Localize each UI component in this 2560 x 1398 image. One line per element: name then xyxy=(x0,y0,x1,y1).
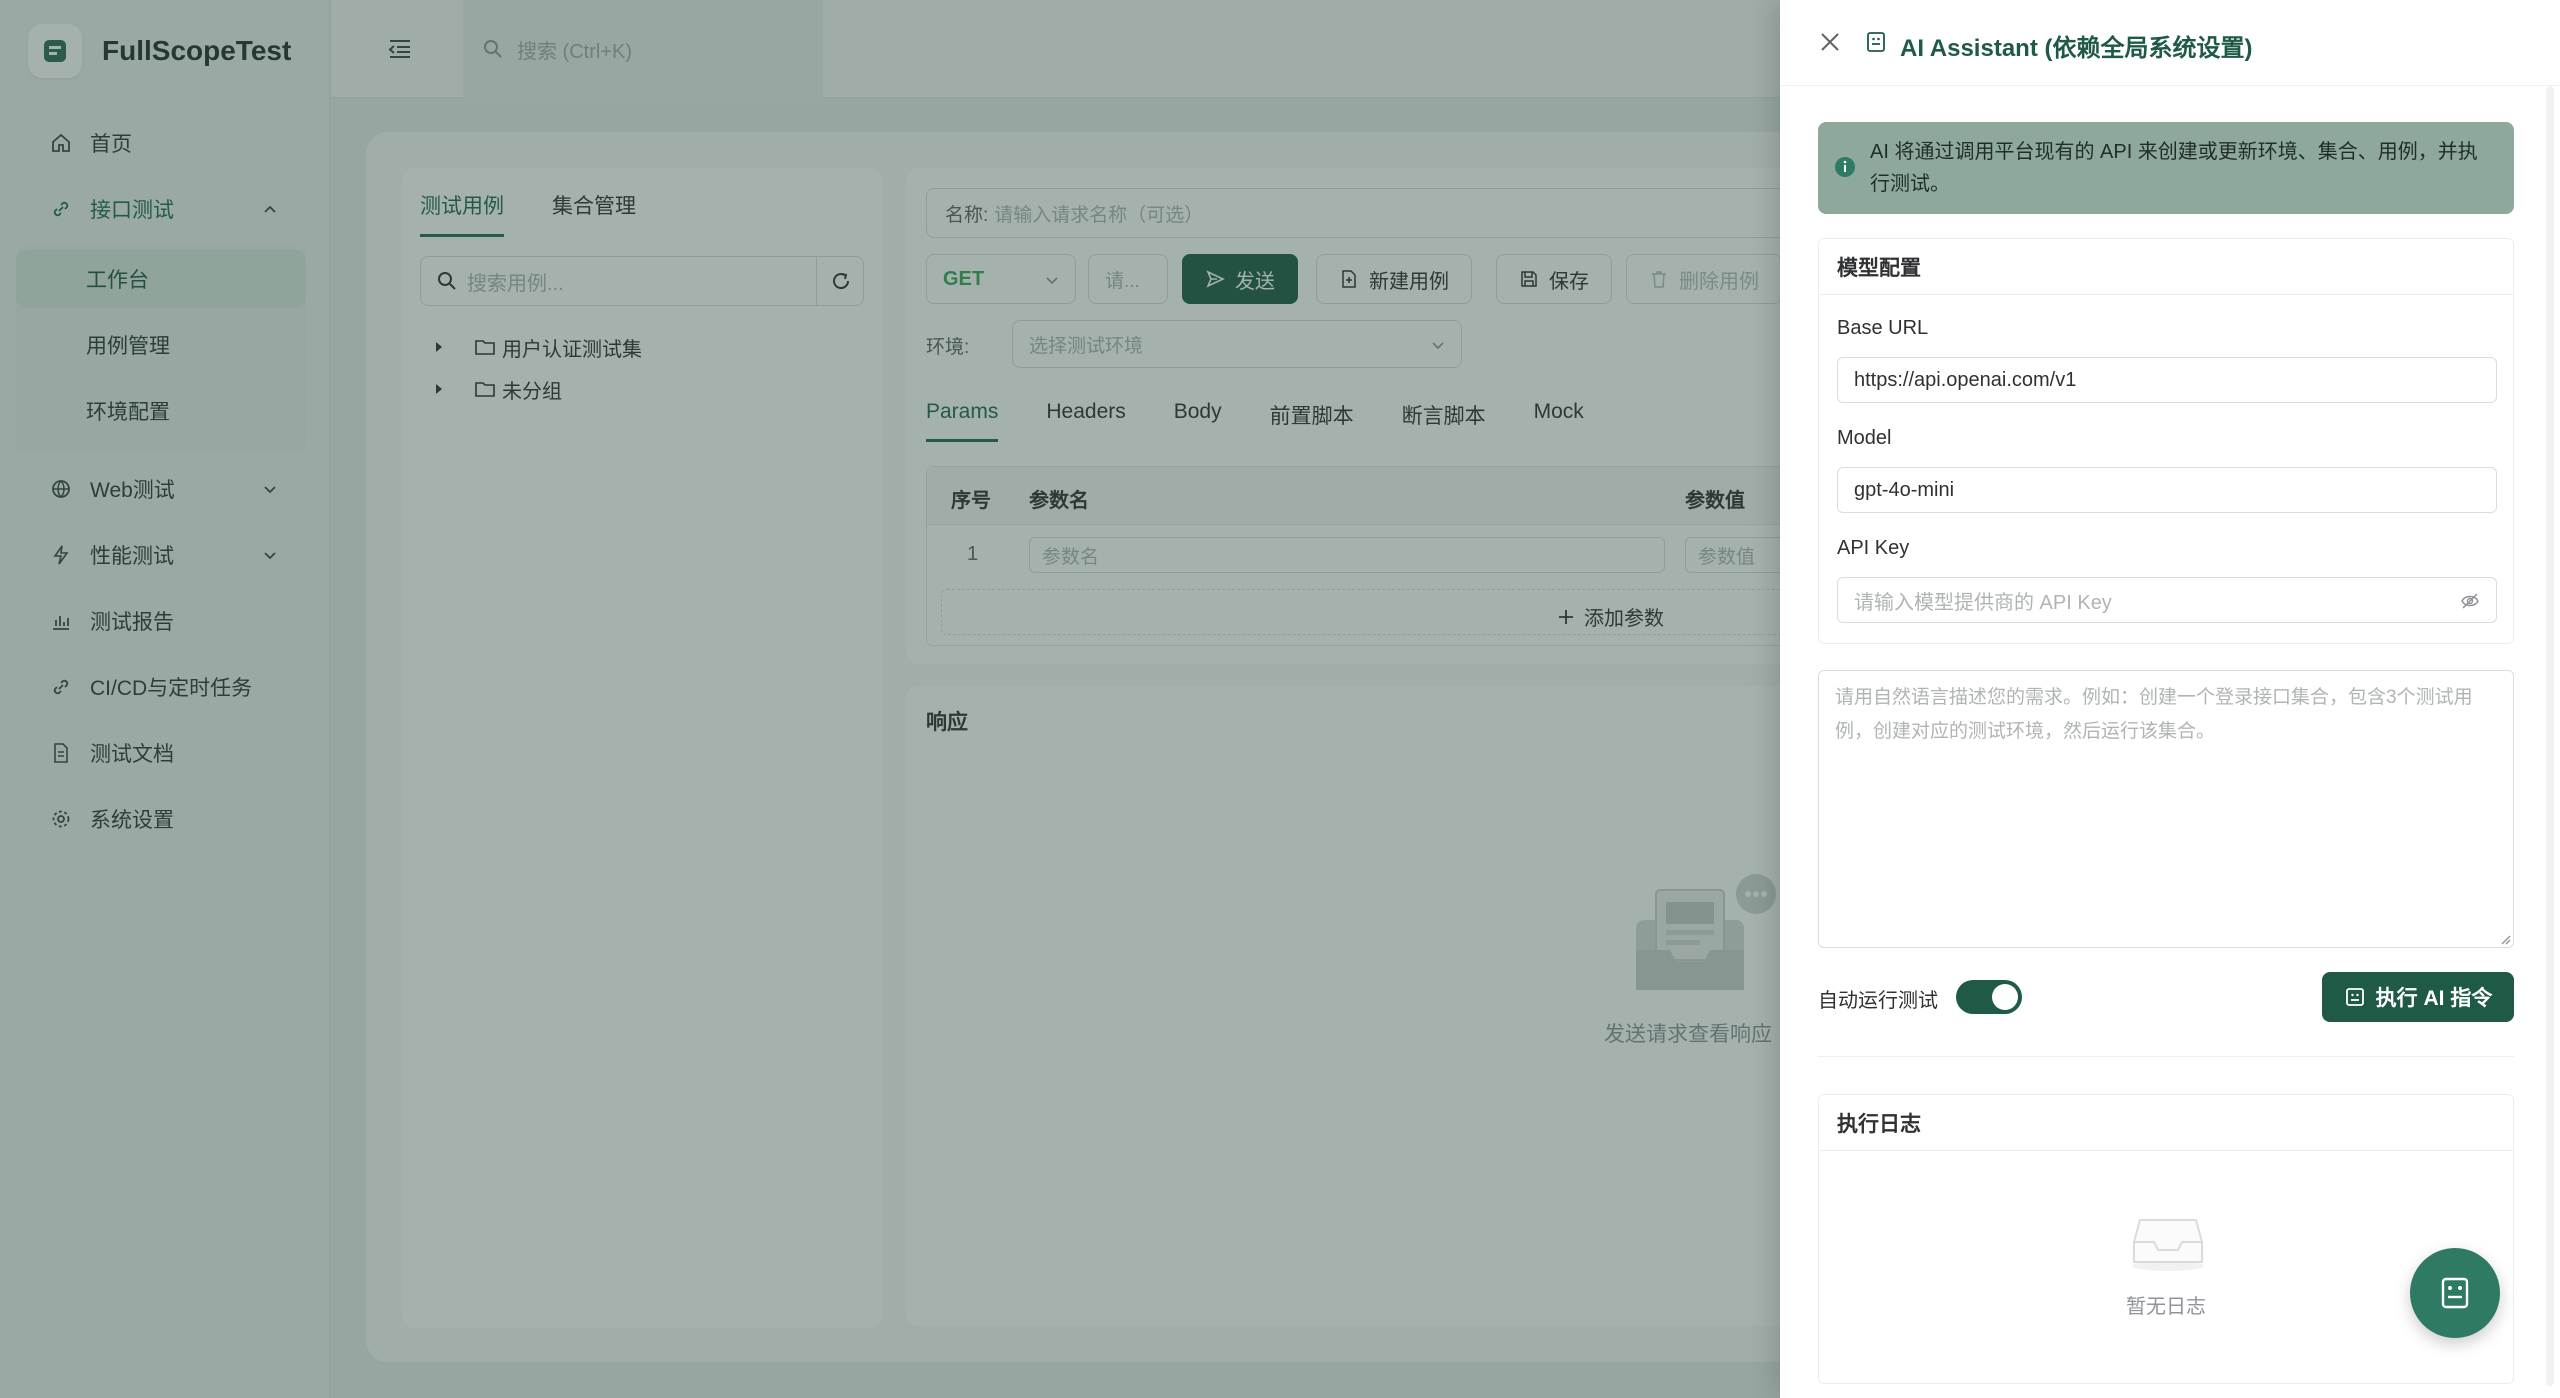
ai-assistant-fab[interactable] xyxy=(2410,1248,2500,1338)
base-url-value: https://api.openai.com/v1 xyxy=(1854,368,2077,391)
model-value: gpt-4o-mini xyxy=(1854,478,1955,501)
prompt-placeholder: 请用自然语言描述您的需求。例如：创建一个登录接口集合，包含3个测试用例，创建对应… xyxy=(1835,687,2473,742)
api-key-placeholder: 请输入模型提供商的 API Key xyxy=(1854,591,2112,614)
robot-icon xyxy=(2441,1277,2469,1309)
robot-icon xyxy=(1867,32,1885,52)
prompt-textarea[interactable]: 请用自然语言描述您的需求。例如：创建一个登录接口集合，包含3个测试用例，创建对应… xyxy=(1818,670,2514,948)
drawer-divider xyxy=(1818,1056,2514,1057)
info-text: AI 将通过调用平台现有的 API 来创建或更新环境、集合、用例，并执行测试。 xyxy=(1870,141,2478,195)
close-icon[interactable] xyxy=(1818,30,1842,54)
auto-run-toggle[interactable] xyxy=(1956,980,2022,1014)
run-ai-command-label: 执行 AI 指令 xyxy=(2375,987,2493,1010)
log-empty-text: 暂无日志 xyxy=(2126,1296,2206,1318)
drawer-header: AI Assistant (依赖全局系统设置) xyxy=(1780,0,2560,86)
model-config-card: 模型配置 Base URL https://api.openai.com/v1 … xyxy=(1818,238,2514,644)
empty-inbox-icon xyxy=(2132,1219,2204,1271)
drawer-scrollbar[interactable] xyxy=(2546,86,2554,1386)
info-icon xyxy=(1835,157,1855,177)
auto-run-label: 自动运行测试 xyxy=(1818,990,1938,1012)
model-config-title: 模型配置 xyxy=(1819,239,2513,295)
ai-assistant-drawer: AI Assistant (依赖全局系统设置) AI 将通过调用平台现有的 AP… xyxy=(1780,0,2560,1398)
toggle-knob xyxy=(1992,984,2018,1010)
info-alert: AI 将通过调用平台现有的 API 来创建或更新环境、集合、用例，并执行测试。 xyxy=(1818,122,2514,214)
drawer-title: AI Assistant (依赖全局系统设置) xyxy=(1900,35,2253,62)
model-label: Model xyxy=(1837,427,1892,449)
api-key-input[interactable]: 请输入模型提供商的 API Key xyxy=(1837,577,2497,623)
base-url-input[interactable]: https://api.openai.com/v1 xyxy=(1837,357,2497,403)
model-input[interactable]: gpt-4o-mini xyxy=(1837,467,2497,513)
resize-handle-icon[interactable] xyxy=(2497,931,2511,945)
robot-icon xyxy=(2345,988,2364,1006)
base-url-label: Base URL xyxy=(1837,317,1929,339)
api-key-label: API Key xyxy=(1837,537,1910,559)
eye-off-icon[interactable] xyxy=(2460,591,2480,611)
run-ai-command-button[interactable]: 执行 AI 指令 xyxy=(2322,972,2514,1022)
execution-log-title: 执行日志 xyxy=(1819,1095,2513,1151)
